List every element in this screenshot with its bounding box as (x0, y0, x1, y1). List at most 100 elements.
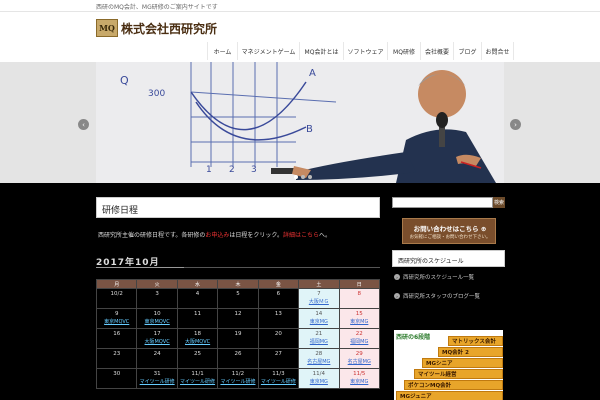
calendar-date: 18 (194, 331, 202, 337)
page-title: 研修日程 (102, 206, 139, 216)
calendar-day-cell: 22 福岡MG (338, 328, 381, 349)
nav-item-mq-accounting[interactable]: MQ会計とは (299, 42, 343, 60)
calendar-event-link[interactable]: マイツール研修 (178, 378, 217, 385)
intro-link-details[interactable]: 詳細はこちら (283, 232, 319, 239)
calendar-event-link[interactable]: 大阪MQVC (137, 338, 176, 345)
calendar-event-link[interactable]: マイツール研修 (218, 378, 257, 385)
banner-step: ポケコンMQ会計 (404, 380, 503, 390)
calendar-day-cell: 17 大阪MQVC (136, 328, 178, 349)
calendar-date: 29 (355, 351, 363, 357)
intro-link-apply[interactable]: お申込み (205, 232, 229, 239)
slider-dot[interactable] (308, 175, 312, 179)
calendar-day-cell: 8 (338, 288, 381, 309)
search-button[interactable]: 検索 (493, 197, 505, 208)
calendar-day-cell: 26 (217, 348, 259, 369)
intro-text-part: へ。 (318, 232, 331, 239)
calendar-date: 13 (274, 311, 282, 317)
contact-banner-subtitle: お気軽にご相談・お問い合わせ下さい。 (409, 235, 491, 240)
calendar-day-cell: 11 (176, 308, 219, 329)
slider-next-button[interactable]: › (510, 119, 521, 130)
contact-banner-title: お問い合わせはこちら ⊕ (413, 225, 487, 233)
logo-mark-icon: MQ (96, 19, 118, 37)
calendar-date: 27 (274, 351, 282, 357)
calendar-day-cell: 16 (95, 328, 138, 349)
banner-step: MGシニア (422, 358, 503, 368)
page-title-box: 研修日程 (96, 197, 380, 218)
arrow-right-icon: › (394, 293, 400, 299)
calendar-date: 21 (315, 331, 323, 337)
calendar-event-link[interactable]: 東京MG (340, 378, 379, 385)
calendar-day-cell: 7 大阪ＭＧ (298, 288, 340, 309)
calendar-date: 12 (234, 311, 242, 317)
search-input[interactable] (392, 197, 493, 208)
calendar-event-link[interactable]: 名古屋MG (340, 358, 379, 365)
widget-title-box: 西研究所のスケジュール (392, 250, 505, 267)
calendar-event-link[interactable]: 名古屋MG (299, 358, 338, 365)
calendar-day-cell: 15 東京MG (338, 308, 381, 329)
calendar-event-link[interactable]: 大阪MQVC (178, 338, 217, 345)
site-header: MQ 株式会社西研究所 ホーム マネジメントゲーム MQ会計とは ソフトウェア … (0, 11, 600, 62)
calendar-event-link[interactable]: 福岡MG (299, 338, 338, 345)
calendar-day-cell: 11/5 東京MG (338, 368, 381, 389)
calendar-event-link[interactable]: 大阪ＭＧ (299, 298, 338, 305)
six-steps-banner[interactable]: 西研の6段階 マトリックス会計 MQ会計 2 MGシニア マイツール経営 ポケコ… (394, 330, 503, 400)
calendar-event-link[interactable]: 東京MG (299, 378, 338, 385)
calendar-date: 6 (276, 291, 281, 297)
calendar-day-cell: 25 (176, 348, 219, 369)
calendar-event-link[interactable]: マイツール研修 (137, 378, 176, 385)
nav-item-software[interactable]: ソフトウェア (343, 42, 387, 60)
nav-item-contact[interactable]: お問合せ (481, 42, 514, 60)
slider-prev-button[interactable]: ‹ (78, 119, 89, 130)
site-logo[interactable]: MQ 株式会社西研究所 (96, 18, 217, 38)
calendar-date: 11/1 (191, 371, 204, 377)
contact-banner-button[interactable]: お問い合わせはこちら ⊕ お気軽にご相談・お問い合わせ下さい。 (402, 218, 496, 244)
calendar-date: 11/3 (272, 371, 285, 377)
nav-item-mq-training[interactable]: MQ研修 (387, 42, 420, 60)
nav-item-company[interactable]: 会社概要 (420, 42, 453, 60)
calendar-date: 22 (355, 331, 363, 337)
calendar-event-link[interactable]: 東京MQVC (137, 318, 176, 325)
sidebar-link-label: 西研究所スタッフのブログ一覧 (403, 294, 481, 300)
slider-dot[interactable] (301, 175, 305, 179)
whiteboard-axis-q: Q (120, 74, 129, 87)
logo-text: 株式会社西研究所 (121, 21, 218, 36)
calendar-day-cell: 10 東京MQVC (136, 308, 178, 329)
calendar-day-cell: 21 福岡MG (298, 328, 340, 349)
calendar-date: 11/5 (353, 371, 366, 377)
calendar-day-cell: 20 (257, 328, 300, 349)
calendar-day-cell: 5 (217, 288, 259, 309)
sidebar-link-schedule[interactable]: › 西研究所のスケジュール一覧 (394, 273, 474, 281)
calendar-day-cell: 29 名古屋MG (338, 348, 381, 369)
calendar-date: 20 (274, 331, 282, 337)
calendar-day-cell: 6 (257, 288, 300, 309)
calendar-day-cell: 13 (257, 308, 300, 329)
calendar-week-row: 23 24 25 26 27 28 名古屋MG 29 名古屋MG (95, 348, 381, 369)
sidebar-link-blog[interactable]: › 西研究所スタッフのブログ一覧 (394, 292, 480, 300)
calendar-event-link[interactable]: 東京MG (340, 318, 379, 325)
calendar-event-link[interactable]: マイツール研修 (259, 378, 298, 385)
calendar-date: 17 (153, 331, 161, 337)
hero-slider: A B 300 Q 1 2 3 ‹ › (0, 62, 600, 183)
calendar-weekday-header: 日 (338, 279, 381, 289)
banner-step: MGジュニア (396, 391, 503, 400)
widget-title: 西研究所のスケジュール (398, 258, 464, 265)
calendar-day-cell: 11/2 マイツール研修 (217, 368, 259, 389)
nav-item-management-game[interactable]: マネジメントゲーム (237, 42, 299, 60)
nav-item-blog[interactable]: ブログ (453, 42, 481, 60)
calendar-date: 25 (194, 351, 202, 357)
slider-dot[interactable] (294, 175, 298, 179)
calendar-day-cell: 31 マイツール研修 (136, 368, 178, 389)
nav-item-home[interactable]: ホーム (207, 42, 237, 60)
calendar-day-cell: 12 (217, 308, 259, 329)
calendar-day-cell: 11/1 マイツール研修 (176, 368, 219, 389)
calendar-date: 11/4 (312, 371, 325, 377)
banner-title: 西研の6段階 (396, 334, 431, 341)
calendar-day-cell: 10/2 (95, 288, 138, 309)
calendar-event-link[interactable]: 福岡MG (340, 338, 379, 345)
hero-slide-image: A B 300 Q 1 2 3 (96, 62, 504, 183)
schedule-calendar: 月火水木金土日 10/2 3 4 5 6 7 大阪ＭＧ 8 9 東京MQVC 10 東京MQVC 11 1… (95, 279, 381, 389)
calendar-event-link[interactable]: 東京MG (299, 318, 338, 325)
calendar-date: 14 (315, 311, 323, 317)
calendar-event-link[interactable]: 東京MQVC (97, 318, 136, 325)
whiteboard-tick-2: 2 (229, 165, 235, 175)
